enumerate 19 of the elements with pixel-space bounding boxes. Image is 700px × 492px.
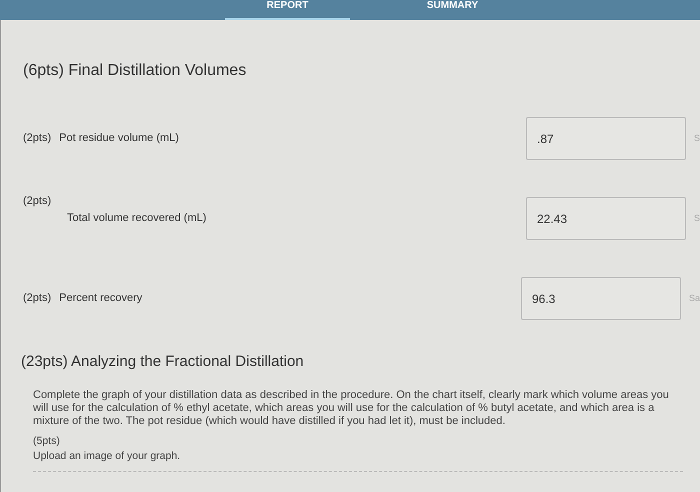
input-field[interactable]: .87 [526,117,686,160]
input-field[interactable]: 22.43 [526,197,686,240]
points-label: (2pts) [23,194,52,209]
field-label: Total volume recovered (mL) [66,210,208,226]
upload-label: Upload an image of your graph. [32,449,182,464]
section-title: (6pts) Final Distillation Volumes [23,61,248,81]
field-label: Pot residue volume (mL) [59,131,179,146]
tab[interactable]: SUMMARY [390,0,515,20]
side-text: Sa [688,292,700,305]
side-text: S [694,212,700,225]
points-label: (2pts) [23,131,52,146]
input-field[interactable]: 96.3 [520,277,681,320]
tab[interactable]: REPORT [225,0,350,20]
section-title: (23pts) Analyzing the Fractional Distillation [21,352,305,372]
field-label: Percent recovery [59,291,142,306]
points-label: (5pts) [32,434,61,448]
instructions-text: Complete the graph of your distillation data as described in the procedure. On the chart itself, clearly mark which volume areas you will use for the calculation of % ethyl acetate, which areas you will use for the calculation of % butyl acetate, and which area is a mixture of the two. The pot residue (which would have distilled if you had let it), must be included. [32,388,670,428]
points-label: (2pts) [23,291,52,306]
side-text: S [694,132,700,145]
